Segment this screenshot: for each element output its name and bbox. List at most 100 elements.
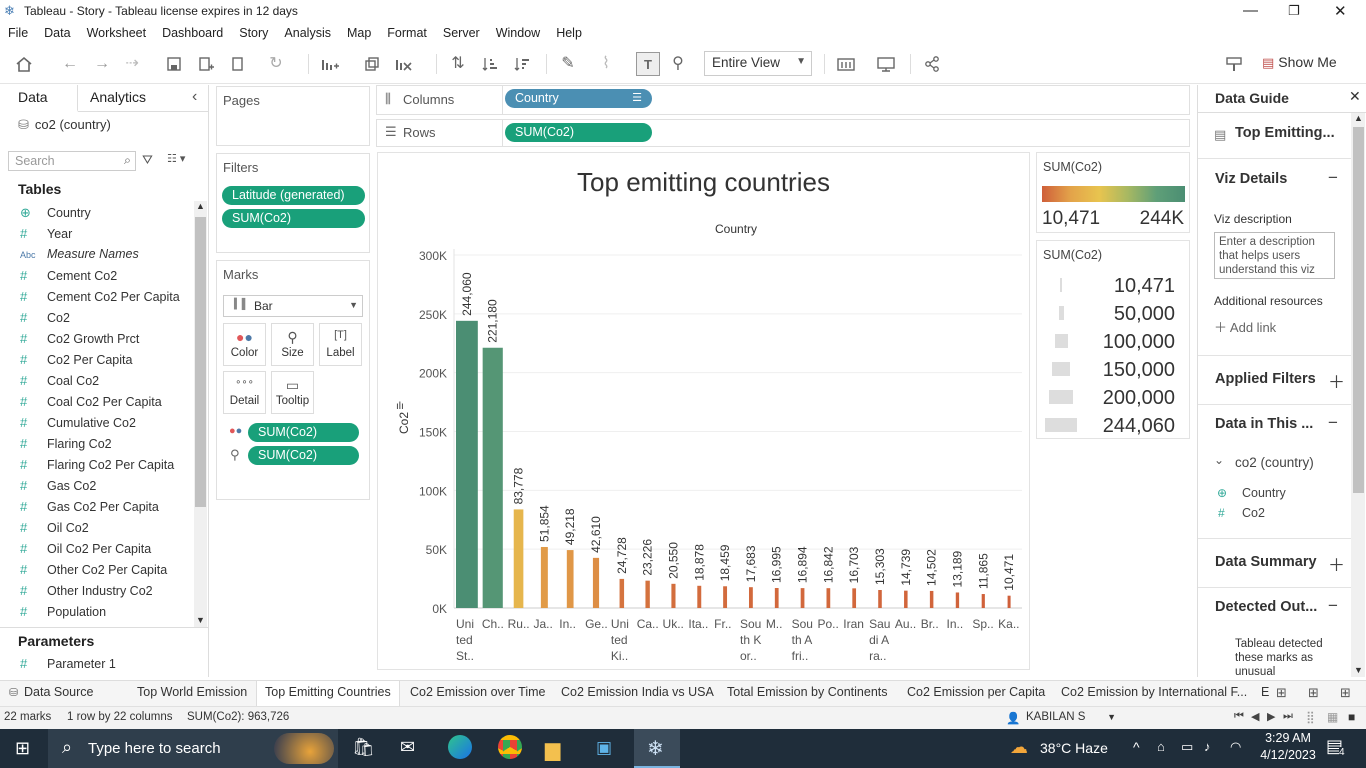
view-options-icon[interactable]: ☷ ▾ — [167, 152, 185, 165]
size-button[interactable]: ⚲ Size — [271, 323, 314, 366]
edge-icon[interactable] — [448, 735, 472, 759]
marks-pill-color[interactable]: SUM(Co2) — [248, 423, 359, 442]
field-item[interactable]: # Other Co2 Per Capita — [20, 562, 167, 577]
add-link-button[interactable]: ＋ Add link — [1214, 317, 1276, 336]
redo-icon[interactable]: → — [90, 52, 114, 76]
show-mark-labels-icon[interactable]: T — [636, 52, 660, 76]
save-icon[interactable] — [162, 52, 186, 76]
tableau-taskbar-button[interactable]: ❄ — [634, 729, 680, 768]
sheet-tab[interactable]: Co2 Emission by International F... — [1061, 681, 1247, 707]
menu-item-server[interactable]: Server — [435, 24, 488, 40]
taskbar-search[interactable]: ⌕ Type here to search — [48, 729, 338, 768]
marks-pill-size[interactable]: SUM(Co2) — [248, 446, 359, 465]
filter-pill-sum-co2[interactable]: SUM(Co2) — [222, 209, 365, 228]
menu-item-analysis[interactable]: Analysis — [276, 24, 339, 40]
field-item[interactable]: # Flaring Co2 — [20, 436, 112, 451]
bar-chart[interactable]: 0K 50K 100K 150K 200K 250K 300K Co2ılı 244,060 Un… — [378, 153, 1029, 669]
first-sheet-icon[interactable]: ⏮ — [1234, 710, 1244, 723]
close-icon[interactable]: ✕ — [1334, 2, 1347, 20]
home-icon[interactable] — [12, 52, 36, 76]
field-item[interactable]: # Cement Co2 Per Capita — [20, 289, 180, 304]
columns-pill-country[interactable]: Country ☰ — [505, 89, 652, 108]
chrome-icon[interactable] — [498, 735, 522, 759]
menu-item-file[interactable]: File — [0, 24, 36, 40]
new-story-icon[interactable]: ⊞ — [1340, 685, 1351, 701]
expand-icon[interactable]: ＋ — [1328, 551, 1345, 576]
rows-shelf[interactable]: ☰ Rows SUM(Co2) — [376, 119, 1190, 147]
pages-shelf[interactable]: Pages — [216, 86, 370, 146]
sheet-tab[interactable]: Co2 Emission over Time — [410, 681, 545, 707]
sheet-tab[interactable]: Total Emission by Continents — [727, 681, 888, 707]
chart-view[interactable]: Top emitting countries Country 0K 50K 100K… — [377, 152, 1030, 670]
field-item[interactable]: Abc Measure Names — [20, 247, 139, 261]
field-item[interactable]: # Cement Co2 — [20, 268, 117, 283]
viz-description-input[interactable]: Enter a description that helps users und… — [1214, 232, 1335, 279]
clear-sheet-icon[interactable] — [392, 52, 416, 76]
field-list-scrollbar[interactable]: ▲ ▼ — [194, 201, 207, 627]
field-item[interactable]: # Flaring Co2 Per Capita — [20, 457, 174, 472]
sheet-tab[interactable]: Top Emitting Countries — [256, 681, 400, 707]
battery-icon[interactable]: ▭ — [1181, 739, 1193, 755]
paint-brush-icon[interactable] — [1222, 52, 1246, 76]
chevron-down-icon[interactable]: ⌄ — [1214, 453, 1224, 467]
detected-outliers-header[interactable]: Detected Out... — [1215, 599, 1317, 615]
field-item[interactable]: # Oil Co2 Per Capita — [20, 541, 151, 556]
data-summary-header[interactable]: Data Summary — [1215, 554, 1317, 570]
clock-date[interactable]: 4/12/2023 — [1254, 748, 1322, 762]
rows-pill-sum-co2[interactable]: SUM(Co2) — [505, 123, 652, 142]
refresh-icon[interactable]: ↻ — [264, 52, 288, 76]
wifi-icon[interactable]: ◠ — [1230, 739, 1241, 755]
data-guide-scrollbar[interactable]: ▲ ▼ — [1351, 113, 1365, 677]
file-explorer-icon[interactable]: ▆ — [545, 737, 560, 762]
menu-item-map[interactable]: Map — [339, 24, 379, 40]
app-icon[interactable]: ▣ — [596, 738, 612, 758]
duplicate-icon[interactable] — [360, 52, 384, 76]
minimize-icon[interactable]: — — [1243, 2, 1258, 19]
new-worksheet-icon[interactable]: ⊞ — [1276, 685, 1287, 701]
color-legend[interactable]: SUM(Co2) 10,471 244K — [1036, 152, 1190, 233]
field-item[interactable]: ⊕ Country — [20, 205, 91, 221]
filmstrip-icon[interactable]: ▦ — [1327, 710, 1338, 724]
menu-item-worksheet[interactable]: Worksheet — [79, 24, 155, 40]
windows-start-icon[interactable]: ⊞ — [15, 738, 30, 759]
field-item[interactable]: # Co2 Per Capita — [20, 352, 132, 367]
expand-icon[interactable]: ＋ — [1328, 368, 1345, 393]
menu-item-dashboard[interactable]: Dashboard — [154, 24, 231, 40]
sheet-sorter-icon[interactable]: ⣿ — [1306, 710, 1315, 724]
field-item[interactable]: # Year — [20, 226, 72, 241]
share-icon[interactable] — [920, 52, 944, 76]
replay-icon[interactable]: ⇢ — [120, 52, 144, 76]
sheet-tab[interactable]: Co2 Emission India vs USA — [561, 681, 714, 707]
sort-ascending-icon[interactable] — [478, 52, 502, 76]
store-icon[interactable]: 🛍 — [352, 737, 375, 758]
size-legend[interactable]: SUM(Co2) 10,471 50,000 100,000 150,000 200,0… — [1036, 240, 1190, 439]
sheet-tab[interactable]: Data Source — [24, 681, 93, 707]
parameter-item[interactable]: # Parameter 1 — [20, 656, 116, 671]
viz-details-header[interactable]: Viz Details — [1215, 171, 1287, 187]
field-item[interactable]: # Co2 Growth Prct — [20, 331, 139, 346]
fix-axes-icon[interactable]: ⚲ — [666, 52, 690, 76]
user-menu[interactable]: 👤 KABILAN S ▼ — [998, 708, 1122, 728]
mark-type-select[interactable]: ▍▌ Bar ▼ — [223, 295, 363, 317]
weather-text[interactable]: 38°C Haze — [1040, 740, 1108, 756]
previous-sheet-icon[interactable]: ◀ — [1251, 710, 1259, 723]
menu-item-format[interactable]: Format — [379, 24, 435, 40]
group-icon[interactable]: ⌇ — [594, 52, 618, 76]
show-me-button[interactable]: ▤ Show Me — [1262, 54, 1337, 71]
search-input[interactable]: Search ⌕ — [8, 151, 136, 171]
filter-icon[interactable]: ⛛ — [142, 152, 153, 168]
new-dashboard-icon[interactable]: ⊞ — [1308, 685, 1319, 701]
field-item[interactable]: # Coal Co2 Per Capita — [20, 394, 162, 409]
collapse-icon[interactable]: − — [1328, 413, 1338, 433]
next-sheet-icon[interactable]: ▶ — [1267, 710, 1275, 723]
field-item[interactable]: # Gas Co2 — [20, 478, 96, 493]
last-sheet-icon[interactable]: ⏭ — [1283, 710, 1293, 723]
columns-shelf[interactable]: ⫼ Columns Country ☰ — [376, 85, 1190, 115]
collapse-icon[interactable]: − — [1328, 596, 1338, 616]
menu-item-data[interactable]: Data — [36, 24, 78, 40]
restore-icon[interactable]: ❐ — [1288, 3, 1300, 19]
detail-button[interactable]: ∘∘∘ Detail — [223, 371, 266, 414]
filters-shelf[interactable]: Filters Latitude (generated) SUM(Co2) — [216, 153, 370, 253]
mail-icon[interactable]: ✉ — [400, 737, 415, 758]
tooltip-button[interactable]: ▭ Tooltip — [271, 371, 314, 414]
